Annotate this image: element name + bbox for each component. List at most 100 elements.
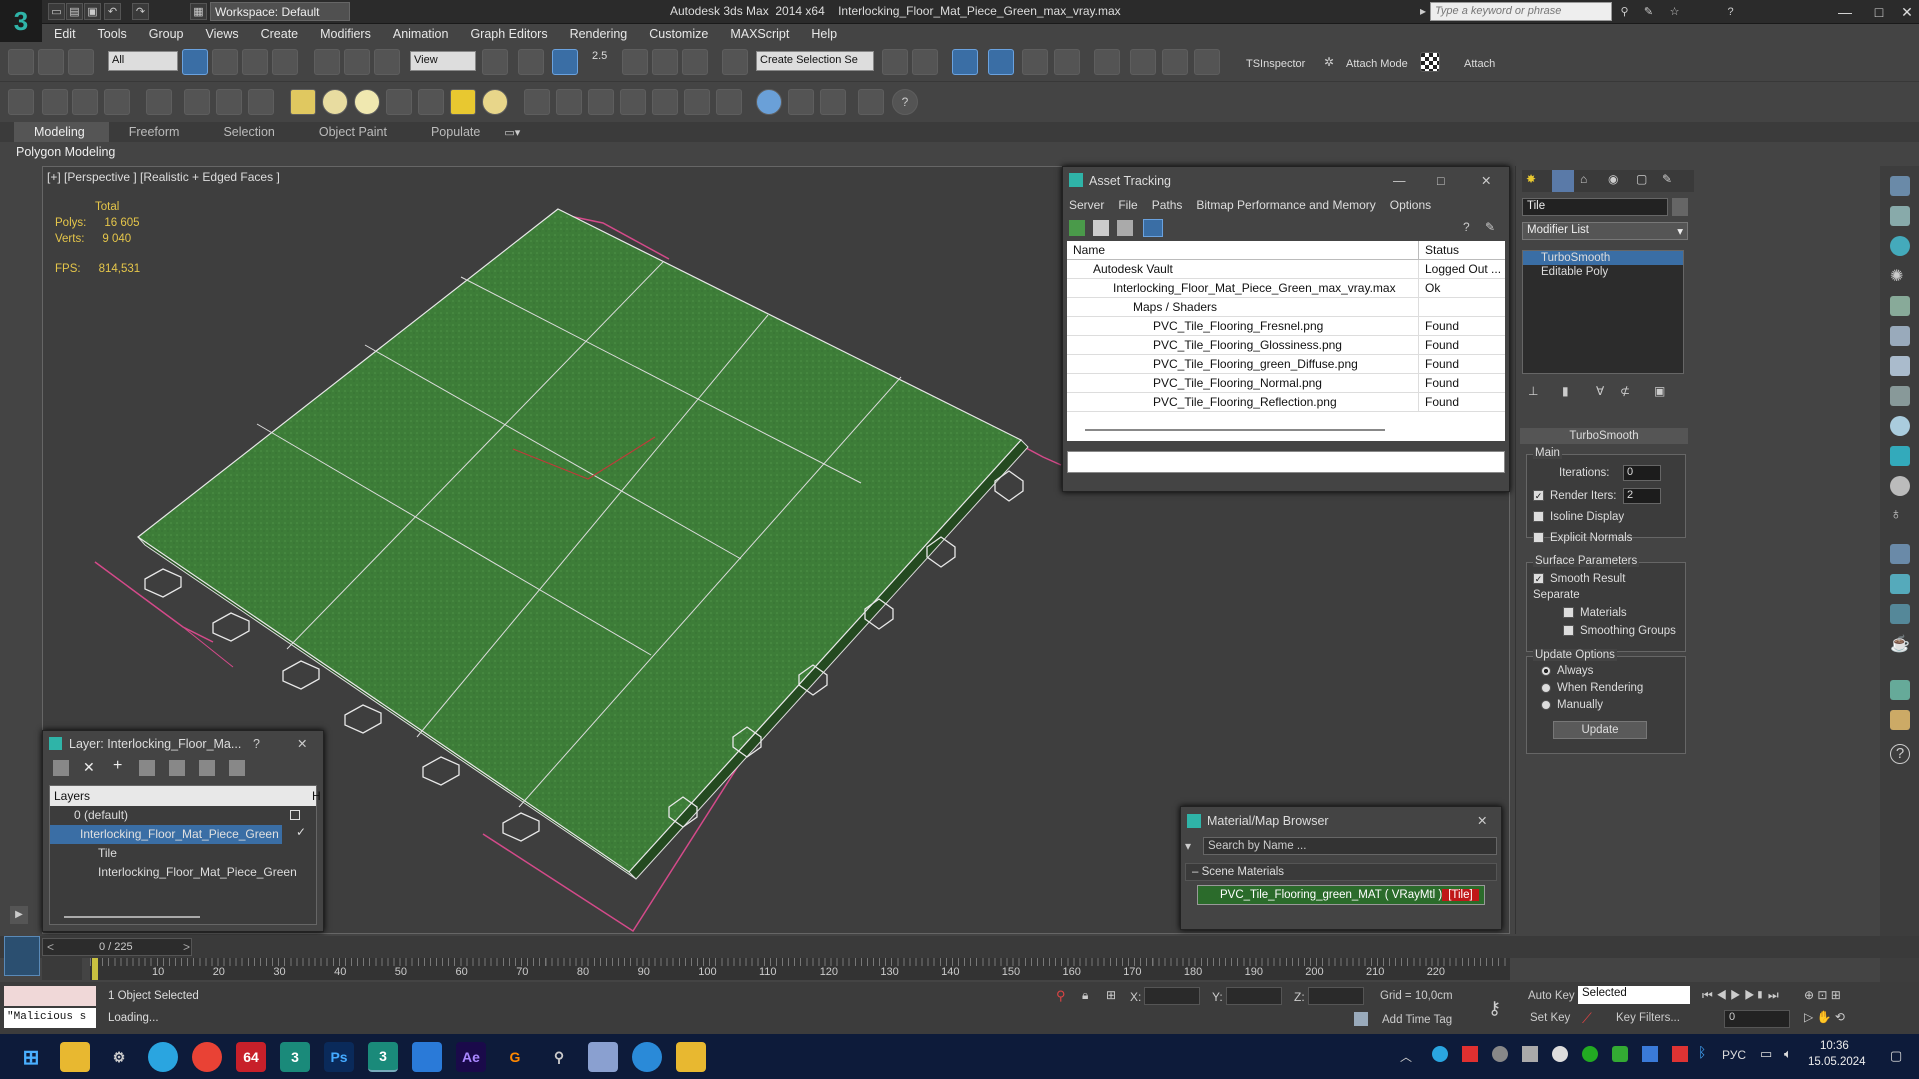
- close-button[interactable]: ✕: [1477, 807, 1487, 835]
- col-name[interactable]: Name: [1067, 241, 1419, 259]
- ribbon-options-icon[interactable]: ▭▾: [504, 126, 520, 139]
- book-icon[interactable]: [1890, 356, 1910, 376]
- export-icon[interactable]: [858, 89, 884, 115]
- sphere-icon[interactable]: [322, 89, 348, 115]
- clock-time[interactable]: 10:36: [1820, 1040, 1849, 1052]
- table-row[interactable]: PVC_Tile_Flooring_Normal.png Found: [1067, 374, 1505, 393]
- telegram-icon[interactable]: [148, 1042, 178, 1072]
- tray-nvidia-icon[interactable]: [1612, 1046, 1628, 1062]
- binoculars-icon[interactable]: ⚲: [1616, 3, 1633, 20]
- x-coord-field[interactable]: [1144, 987, 1200, 1005]
- col-hide[interactable]: H: [312, 789, 321, 803]
- attach-button[interactable]: Attach: [1464, 58, 1495, 70]
- box-icon[interactable]: [290, 89, 316, 115]
- rotate-icon[interactable]: [344, 49, 370, 75]
- info-help-icon[interactable]: ?: [892, 89, 918, 115]
- camera-icon[interactable]: [1890, 176, 1910, 196]
- notification-icon[interactable]: ▢: [1890, 1048, 1902, 1064]
- angle-snap-icon[interactable]: [622, 49, 648, 75]
- maximize-button[interactable]: □: [1864, 2, 1894, 22]
- key-slash-icon[interactable]: ⟋: [1582, 1010, 1592, 1027]
- fur-icon[interactable]: [524, 89, 550, 115]
- mini-listener-icon[interactable]: [4, 936, 40, 976]
- update-button[interactable]: Update: [1553, 721, 1647, 739]
- notepad-icon[interactable]: [412, 1042, 442, 1072]
- always-radio[interactable]: [1541, 665, 1551, 676]
- favorites-star-icon[interactable]: ☆: [1666, 3, 1683, 20]
- y-coord-field[interactable]: [1226, 987, 1282, 1005]
- tree-view-icon[interactable]: [1117, 220, 1133, 236]
- play-panel-icon[interactable]: [1890, 574, 1910, 594]
- tray-telegram-icon[interactable]: [1432, 1046, 1448, 1062]
- maxscript-output[interactable]: "Malicious s: [4, 1008, 96, 1028]
- cone-icon[interactable]: [418, 89, 444, 115]
- close-button[interactable]: ✕: [297, 731, 307, 757]
- gear-icon[interactable]: ✲: [1316, 49, 1342, 75]
- create-tab-icon[interactable]: ✸: [1526, 172, 1536, 186]
- curve-editor-toggle-icon[interactable]: [42, 958, 82, 980]
- select-and-link-icon[interactable]: [8, 49, 34, 75]
- col-layers[interactable]: Layers: [54, 789, 90, 803]
- render-iters-checkbox[interactable]: ✓: [1533, 490, 1544, 502]
- scene-materials-section[interactable]: – Scene Materials: [1185, 863, 1497, 881]
- menu-maxscript[interactable]: MAXScript: [718, 27, 799, 41]
- minimize-button[interactable]: —: [1393, 167, 1406, 195]
- select-objects-icon[interactable]: [139, 760, 155, 776]
- list-item[interactable]: Interlocking_Floor_Mat_Piece_Green: [50, 863, 316, 882]
- menu-edit[interactable]: Edit: [42, 27, 86, 41]
- table-row[interactable]: Maps / Shaders: [1067, 298, 1505, 317]
- file-explorer-icon[interactable]: [60, 1042, 90, 1072]
- list-item[interactable]: Interlocking_Floor_Mat_Piece_Green ✓: [50, 825, 306, 844]
- menu-rendering[interactable]: Rendering: [558, 27, 638, 41]
- photoshop-icon[interactable]: Ps: [324, 1042, 354, 1072]
- render-frame-icon[interactable]: [1194, 49, 1220, 75]
- hide-toggle[interactable]: [290, 810, 300, 820]
- reference-coord-dropdown[interactable]: View: [410, 51, 476, 71]
- maxscript-listener[interactable]: [4, 986, 96, 1006]
- lightbulb-icon[interactable]: ♁: [1890, 506, 1910, 526]
- select-object-icon[interactable]: [182, 49, 208, 75]
- workspace-dropdown[interactable]: Workspace: Default: [210, 2, 350, 21]
- start-icon[interactable]: ⊞: [16, 1042, 46, 1072]
- play-icon[interactable]: ▶: [10, 906, 28, 924]
- help-icon[interactable]: ?: [1890, 744, 1910, 764]
- table-row[interactable]: PVC_Tile_Flooring_Reflection.png Found: [1067, 393, 1505, 412]
- bluetooth-icon[interactable]: ᛒ: [1698, 1044, 1706, 1060]
- ribbon-polygon-modeling[interactable]: Polygon Modeling: [0, 142, 1919, 162]
- pin-icon[interactable]: ✎: [1485, 220, 1501, 236]
- language-indicator[interactable]: РУС: [1722, 1048, 1746, 1062]
- playback-controls[interactable]: ⏮ ◀ ▶ ▶▮ ⏭: [1702, 988, 1779, 1003]
- refresh-icon[interactable]: [1890, 416, 1910, 436]
- horizontal-scrollbar[interactable]: [1085, 429, 1385, 431]
- material-item[interactable]: PVC_Tile_Flooring_green_MAT ( VRayMtl ) …: [1197, 885, 1485, 905]
- delete-icon[interactable]: ✕: [83, 759, 95, 776]
- percent-snap-icon[interactable]: [652, 49, 678, 75]
- render-iters-spinner[interactable]: 2: [1623, 488, 1661, 504]
- tray-green-icon[interactable]: [1582, 1046, 1598, 1062]
- material-search-input[interactable]: Search by Name ...: [1203, 837, 1497, 855]
- time-slider-thumb[interactable]: < 0 / 225 >: [42, 938, 192, 956]
- shader-icon[interactable]: [1890, 446, 1910, 466]
- named-selection-dropdown[interactable]: Create Selection Se: [756, 51, 874, 71]
- tray-headset-icon[interactable]: [1492, 1046, 1508, 1062]
- utilities-tab-icon[interactable]: ✎: [1662, 172, 1672, 186]
- hierarchy-tab-icon[interactable]: ⌂: [1580, 172, 1587, 186]
- vray-render-icon[interactable]: [820, 89, 846, 115]
- object-name-field[interactable]: Tile: [1522, 198, 1668, 216]
- tab-selection[interactable]: Selection: [203, 122, 298, 142]
- asset-path-field[interactable]: [1067, 451, 1505, 473]
- asset-menu-bitmap[interactable]: Bitmap Performance and Memory: [1196, 198, 1375, 212]
- time-slider[interactable]: < 0 / 225 >: [0, 936, 1919, 976]
- keyboard-shortcut-icon[interactable]: [552, 49, 578, 75]
- menu-graph-editors[interactable]: Graph Editors: [458, 27, 557, 41]
- volume-icon[interactable]: 🔈︎: [1784, 1046, 1792, 1062]
- menu-group[interactable]: Group: [137, 27, 194, 41]
- isoline-checkbox[interactable]: [1533, 511, 1544, 523]
- particle-icon[interactable]: [248, 89, 274, 115]
- network-icon[interactable]: ▭: [1760, 1046, 1772, 1062]
- 3dsmax-active-icon[interactable]: 3: [368, 1042, 398, 1072]
- app-logo-icon[interactable]: 3: [0, 0, 42, 42]
- render-setup-icon[interactable]: [1162, 49, 1188, 75]
- chrome-icon[interactable]: [192, 1042, 222, 1072]
- rect-selection-icon[interactable]: [242, 49, 268, 75]
